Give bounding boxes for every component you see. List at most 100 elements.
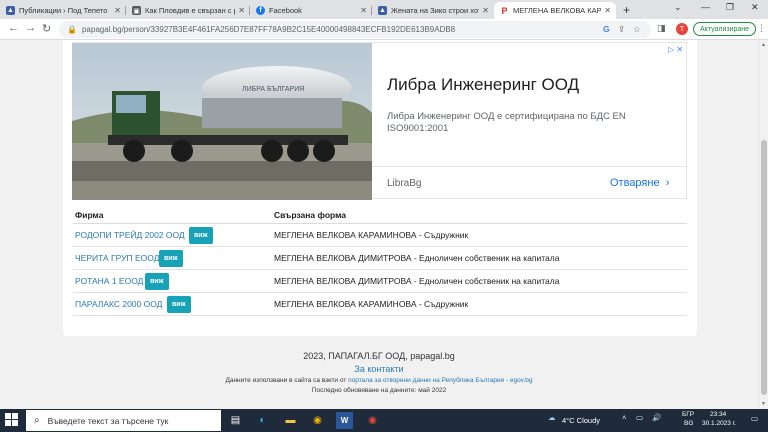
edge-icon[interactable]: ◐ [254,412,271,429]
egov-link[interactable]: портала за отворени данни на Република Б… [348,377,532,384]
table-header: Фирма Свързана форма [73,208,687,224]
tab-strip: ▲ Публикации › Под Тепето ✕ ▣ Как Пловди… [0,0,768,19]
minimize-icon[interactable]: — [701,2,710,12]
triangle-site-icon: ▲ [6,6,15,15]
language-code-short[interactable]: BG [684,420,693,427]
profile-avatar[interactable]: Т [676,23,688,35]
footer-copyright: 2023, ПАПАГАЛ.БГ ООД, papagal.bg [303,351,455,361]
language-code[interactable]: БГР [682,411,694,418]
scroll-up-icon[interactable]: ▲ [761,42,766,48]
url-text[interactable]: papagal.bg/person/33927B3E4F461FA256D7E8… [82,25,455,34]
reload-icon[interactable]: ↻ [42,22,51,35]
related-form: МЕГЛЕНА ВЕЛКОВА КАРАМИНОВА - Съдружник [274,230,469,240]
share-icon[interactable]: ⇪ [618,24,625,35]
address-bar[interactable]: 🔒 papagal.bg/person/33927B3E4F461FA256D7… [59,21,651,38]
scroll-down-icon[interactable]: ▼ [761,401,766,407]
page-viewport: ЛИБРА БЪЛГАРИЯ Либра Инженеринг ООД Либр… [0,40,758,409]
ad-choices-icon[interactable]: ▷ ✕ [668,45,683,54]
restore-icon[interactable]: ❐ [726,2,734,13]
taskbar-search-placeholder: Въведете текст за търсене тук [47,415,169,426]
ad-truck-image[interactable]: ЛИБРА БЪЛГАРИЯ [72,43,372,200]
task-view-icon[interactable]: ▤ [227,412,244,429]
word-icon[interactable]: W [336,412,353,429]
close-window-icon[interactable]: ✕ [751,2,759,13]
bookmark-star-icon[interactable]: ☆ [633,24,641,35]
app-red-icon[interactable]: ◉ [364,412,381,429]
close-tab-icon[interactable]: ✕ [360,6,367,15]
triangle-site-icon: ▲ [378,6,387,15]
firm-link[interactable]: РОТАНА 1 ЕООД [75,276,143,286]
windows-taskbar: ⌕ Въведете текст за търсене тук ▤ ◐ ▬ ◉ … [0,409,768,432]
lock-icon: 🔒 [67,25,77,34]
close-tab-icon[interactable]: ✕ [482,6,489,15]
extension-icon[interactable]: ◨ [657,23,666,34]
ad-open-link[interactable]: Отваряне › [610,177,669,189]
close-tab-icon[interactable]: ✕ [238,6,245,15]
view-button[interactable]: виж [145,273,169,290]
notification-icon[interactable]: ▭ [751,414,758,423]
data-source-text: Данните използвани в сайта са взети от [225,377,347,384]
tab-2[interactable]: ▣ Как Пловдив е свързан с ро ✕ [126,2,250,19]
close-tab-icon[interactable]: ✕ [114,6,121,15]
chrome-icon[interactable]: ◉ [309,412,326,429]
forward-arrow-icon[interactable]: → [25,22,36,34]
weather-text[interactable]: 4°C Cloudy [562,416,600,425]
update-button[interactable]: Актуализиране [693,22,757,36]
tab-4[interactable]: ▲ Жената на Зико строи хоте ✕ [372,2,494,19]
related-form: МЕГЛЕНА ВЕЛКОВА ДИМИТРОВА - Едноличен со… [274,276,560,286]
firm-link[interactable]: РОДОПИ ТРЕЙД 2002 ООД [75,230,185,240]
view-button[interactable]: виж [159,250,183,267]
browser-toolbar: ← → ↻ 🔒 papagal.bg/person/33927B3E4F461F… [0,19,768,40]
view-button[interactable]: виж [189,227,213,244]
footer-updated: Последно обновяване на данните: май 2022 [311,387,447,394]
tab-title: Публикации › Под Тепето [19,6,108,15]
tab-search-icon[interactable]: ⌄ [674,2,682,13]
advertisement[interactable]: ЛИБРА БЪЛГАРИЯ Либра Инженеринг ООД Либр… [72,42,687,200]
related-form: МЕГЛЕНА ВЕЛКОВА КАРАМИНОВА - Съдружник [274,299,469,309]
ad-open-label: Отваряне [610,177,660,189]
table-row: ПАРАЛАКС 2000 ООД виж МЕГЛЕНА ВЕЛКОВА КА… [73,293,687,316]
column-header-form: Свързана форма [274,210,346,220]
page-scrollbar[interactable]: ▲ ▼ [758,40,768,409]
ad-brand: LibraBg [387,178,422,189]
firm-link[interactable]: ЧЕРИТА ГРУП ЕООД [75,253,159,263]
tab-title: МЕГЛЕНА ВЕЛКОВА КАРАМ [513,6,602,15]
table-row: РОДОПИ ТРЕЙД 2002 ООД виж МЕГЛЕНА ВЕЛКОВ… [73,224,687,247]
volume-icon[interactable]: 🔊 [652,413,661,422]
taskbar-search-box[interactable]: ⌕ Въведете текст за търсене тук [26,410,221,431]
tab-3[interactable]: f Facebook ✕ [250,2,372,19]
chevron-right-icon: › [662,177,670,189]
clock-time[interactable]: 23:34 [710,411,726,418]
ad-divider [372,166,687,167]
tab-title: Как Пловдив е свързан с ро [145,6,236,15]
file-explorer-icon[interactable]: ▬ [282,412,299,429]
menu-dots-icon[interactable]: ⋮ [757,23,766,34]
firm-link[interactable]: ПАРАЛАКС 2000 ООД [75,299,162,309]
tab-title: Жената на Зико строи хоте [391,6,480,15]
column-header-firm: Фирма [75,210,104,220]
ad-description: Либра Инженеринг ООД е сертифицирана по … [387,111,626,134]
tab-title: Facebook [269,6,302,15]
clock-date[interactable]: 30.1.2023 г. [702,420,736,427]
ad-title[interactable]: Либра Инженеринг ООД [387,75,579,95]
footer-data-source: Данните използвани в сайта са взети от п… [0,377,758,384]
tray-chevron-icon[interactable]: ˄ [622,413,626,422]
close-tab-icon[interactable]: ✕ [604,6,611,15]
contact-link[interactable]: За контакти [354,364,403,374]
table-row: РОТАНА 1 ЕООД виж МЕГЛЕНА ВЕЛКОВА ДИМИТР… [73,270,687,293]
facebook-icon: f [256,6,265,15]
truck-lettering: ЛИБРА БЪЛГАРИЯ [242,86,304,93]
weather-icon[interactable]: ☁ [548,413,556,422]
new-tab-icon[interactable]: + [623,3,630,17]
papagal-icon: P [501,5,508,16]
tab-5-active[interactable]: P МЕГЛЕНА ВЕЛКОВА КАРАМ ✕ [494,2,616,19]
back-arrow-icon[interactable]: ← [8,22,19,34]
windows-start-icon[interactable] [5,413,19,427]
google-icon[interactable]: G [603,24,610,34]
view-button[interactable]: виж [167,296,191,313]
news-site-icon: ▣ [132,6,141,15]
scroll-thumb[interactable] [761,140,767,395]
network-icon[interactable]: ▭ [636,413,643,422]
tab-1[interactable]: ▲ Публикации › Под Тепето ✕ [0,2,126,19]
related-form: МЕГЛЕНА ВЕЛКОВА ДИМИТРОВА - Едноличен со… [274,253,560,263]
